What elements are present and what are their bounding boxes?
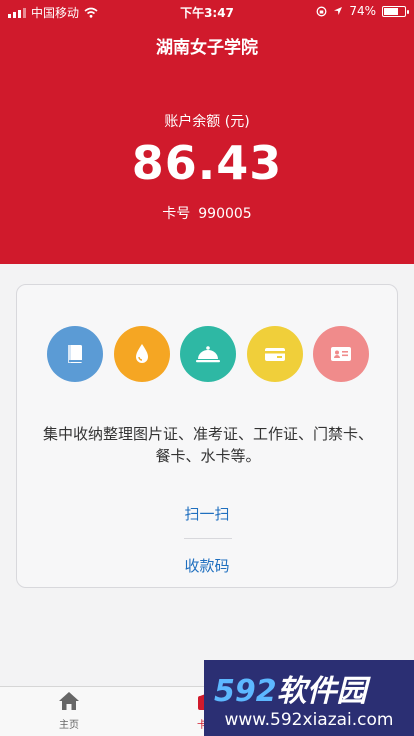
card-number-label: 卡号 — [162, 206, 191, 222]
card-icon[interactable] — [246, 326, 303, 382]
meal-cloche-icon[interactable] — [180, 326, 236, 382]
battery-icon — [382, 5, 409, 17]
watermark-url: www.592xiazai.com — [224, 710, 394, 730]
battery-percent: 74% — [349, 4, 376, 18]
orientation-lock-icon — [316, 6, 327, 16]
divider — [184, 538, 232, 539]
water-drop-icon[interactable] — [113, 326, 170, 382]
card-number-value: 990005 — [198, 206, 252, 222]
payment-code-button[interactable]: 收款码 — [17, 555, 397, 576]
card-number: 卡号 990005 — [0, 203, 414, 223]
page-title: 湖南女子学院 — [156, 38, 258, 58]
scan-button[interactable]: 扫一扫 — [17, 503, 397, 524]
status-bar: 中国移动 下午3:47 74% — [0, 0, 414, 22]
tab-home[interactable]: 主页 — [39, 691, 99, 731]
book-icon[interactable] — [47, 326, 103, 382]
card-wallet-panel: 集中收纳整理图片证、准考证、工作证、门禁卡、餐卡、水卡等。 扫一扫 收款码 — [16, 284, 398, 588]
watermark-brand: 软件园 — [276, 674, 367, 709]
id-card-icon[interactable] — [313, 326, 369, 382]
watermark-logo: 592软件园 www.592xiazai.com — [204, 660, 414, 736]
panel-description: 集中收纳整理图片证、准考证、工作证、门禁卡、餐卡、水卡等。 — [42, 425, 373, 465]
tab-home-label: 主页 — [59, 720, 79, 731]
home-icon — [59, 692, 79, 710]
header: 中国移动 下午3:47 74% 湖南女子学院 账户余额 (元) 86.43 卡号… — [0, 0, 414, 264]
location-arrow-icon — [334, 7, 343, 15]
balance-label: 账户余额 (元) — [164, 114, 250, 130]
watermark-number: 592 — [214, 674, 277, 709]
balance-amount: 86.43 — [131, 136, 283, 190]
card-type-icons — [47, 326, 369, 382]
